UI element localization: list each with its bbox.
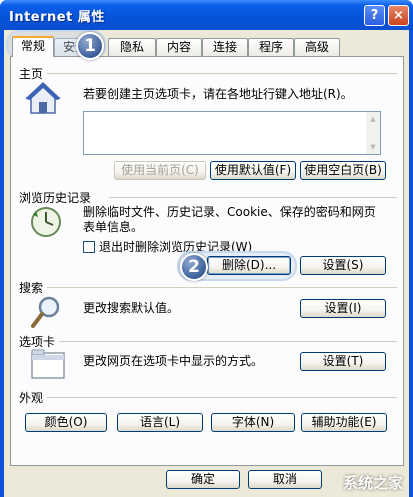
tabs-divider [59,341,397,342]
scroll-down-icon[interactable]: ▼ [366,140,380,154]
tabs-description: 更改网页在选项卡中显示的方式。 [83,354,264,368]
general-tab-panel: 主页 若要创建主页选项卡，请在各地址行键入地址(R)。 ▲ ▼ 使用当前页(C)… [10,56,404,466]
colors-button[interactable]: 颜色(O) [25,413,107,432]
homepage-description: 若要创建主页选项卡，请在各地址行键入地址(R)。 [83,87,353,101]
search-divider [47,287,397,288]
use-blank-button[interactable]: 使用空白页(B) [300,161,386,180]
watermark-logo: 系统之家 [342,474,403,492]
tab-connections[interactable]: 连接 [202,38,248,56]
tabs-group-title: 选项卡 [19,335,56,349]
homepage-group-title: 主页 [19,67,44,81]
tabs-settings-button[interactable]: 设置(T) [300,352,386,371]
ok-button[interactable]: 确定 [166,470,240,489]
tab-advanced[interactable]: 高级 [294,38,340,56]
search-group-title: 搜索 [19,281,44,295]
appearance-divider [47,397,397,398]
history-description-line2: 表单信息。 [83,220,144,234]
history-settings-button[interactable]: 设置(S) [300,256,386,275]
step-2-callout: 2 [180,253,208,281]
internet-options-window: Internet 属性 ? × 常规 安全 隐私 内容 连接 程序 高级 1 主… [0,0,413,497]
close-button[interactable]: × [388,5,409,26]
history-group-title: 浏览历史记录 [19,191,92,205]
tab-general[interactable]: 常规 [12,36,54,57]
history-clock-icon [31,207,61,237]
use-default-button[interactable]: 使用默认值(F) [210,161,296,180]
history-divider [109,197,397,198]
tabbed-browsing-icon [31,349,65,379]
search-settings-button[interactable]: 设置(I) [300,299,386,318]
delete-button[interactable]: 删除(D)... [207,256,291,275]
tab-content[interactable]: 内容 [156,38,202,56]
delete-on-exit-checkbox[interactable] [83,241,95,253]
use-current-button[interactable]: 使用当前页(C) [114,161,206,180]
step-1-callout: 1 [76,32,104,60]
appearance-group-title: 外观 [19,391,44,405]
accessibility-button[interactable]: 辅助功能(E) [301,413,387,432]
help-button[interactable]: ? [364,5,385,26]
dialog-client: 常规 安全 隐私 内容 连接 程序 高级 1 主页 若要创建主页选项卡，请在各地… [4,30,409,497]
title-bar[interactable]: Internet 属性 ? × [0,0,413,30]
languages-button[interactable]: 语言(L) [117,413,203,432]
search-description: 更改搜索默认值。 [83,301,180,315]
cancel-button[interactable]: 取消 [248,470,322,489]
magnifier-icon [31,296,60,328]
homepage-address-input[interactable]: ▲ ▼ [83,111,381,155]
window-title: Internet 属性 [9,10,105,25]
home-icon [25,81,61,114]
homepage-scrollbar[interactable]: ▲ ▼ [366,112,380,154]
tab-privacy[interactable]: 隐私 [108,38,156,56]
homepage-divider [47,73,397,74]
history-description-line1: 删除临时文件、历史记录、Cookie、保存的密码和网页 [83,205,376,219]
tab-programs[interactable]: 程序 [248,38,294,56]
scroll-up-icon[interactable]: ▲ [366,112,380,126]
fonts-button[interactable]: 字体(N) [211,413,295,432]
